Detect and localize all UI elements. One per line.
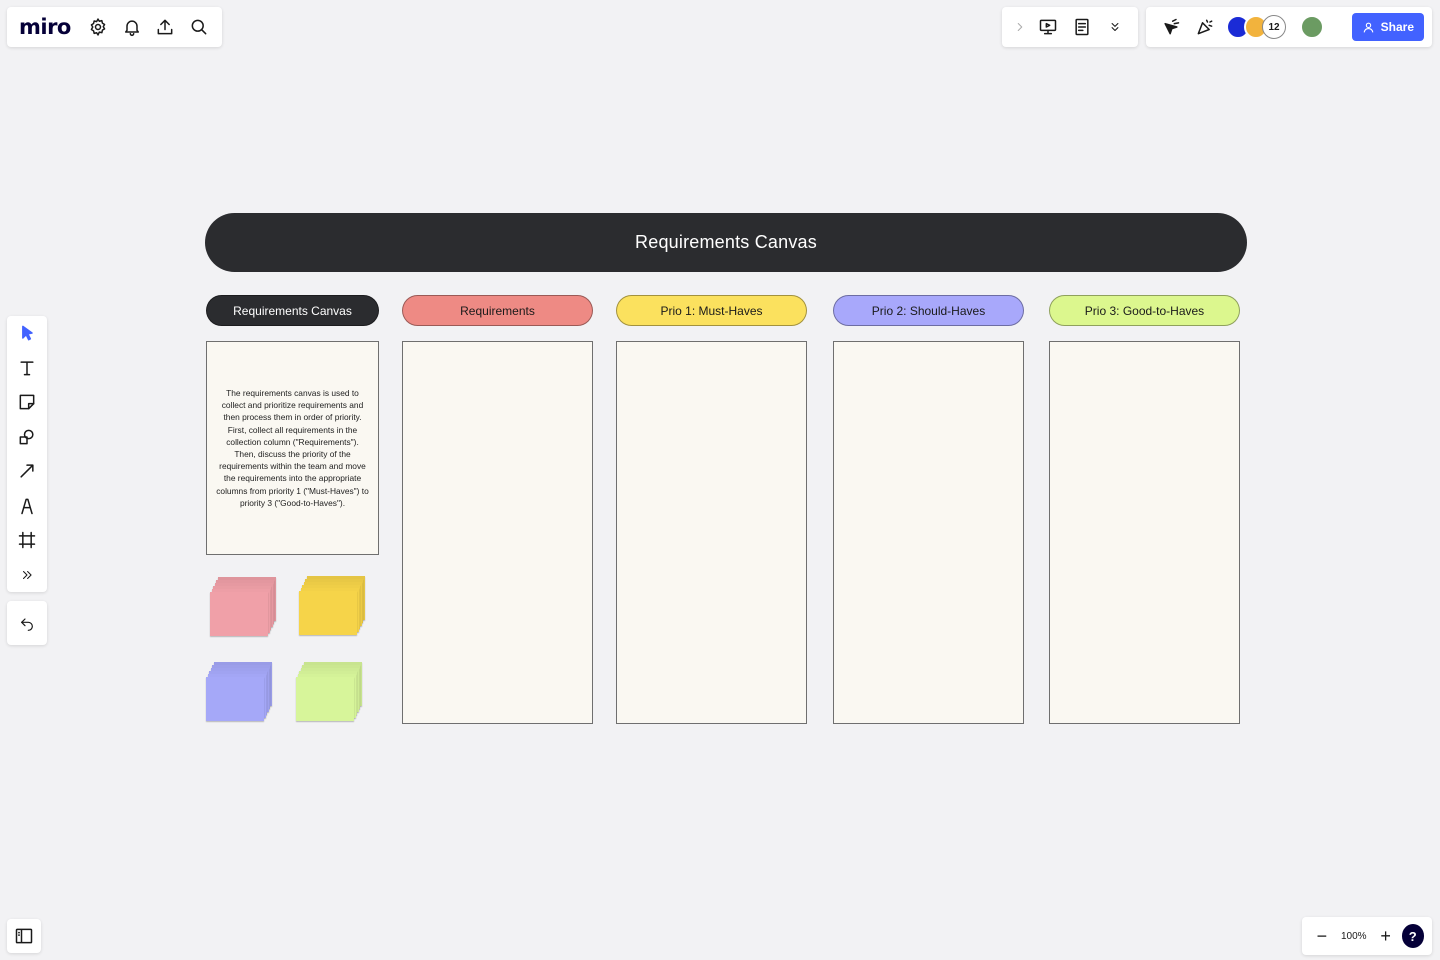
shapes-icon[interactable]	[10, 420, 44, 454]
column-header-requirements[interactable]: Requirements	[402, 295, 593, 326]
sticky-note	[299, 591, 357, 635]
board-title-banner[interactable]: Requirements Canvas	[205, 213, 1247, 272]
collaborator-avatars[interactable]: 12	[1226, 15, 1286, 39]
select-cursor-icon[interactable]	[10, 316, 44, 350]
sidebar-panel-icon	[15, 928, 33, 944]
column-header-prio-1[interactable]: Prio 1: Must-Haves	[616, 295, 807, 326]
sticky-note	[296, 677, 354, 721]
sticky-note-icon[interactable]	[10, 385, 44, 419]
column-header-requirements-canvas[interactable]: Requirements Canvas	[206, 295, 379, 326]
description-text: The requirements canvas is used to colle…	[216, 387, 369, 508]
collaboration-toolbar: 12 Share	[1146, 7, 1432, 47]
sticky-note-stack-yellow[interactable]	[299, 571, 367, 639]
avatar-overflow-count[interactable]: 12	[1262, 15, 1286, 39]
search-icon[interactable]	[182, 10, 216, 44]
frame-icon[interactable]	[10, 523, 44, 557]
column-header-prio-2[interactable]: Prio 2: Should-Haves	[833, 295, 1024, 326]
zoom-level[interactable]: 100%	[1338, 931, 1370, 942]
top-left-toolbar: miro	[7, 7, 222, 47]
chevron-right-icon[interactable]	[1008, 10, 1032, 44]
miro-logo[interactable]: miro	[19, 15, 71, 39]
description-card[interactable]: The requirements canvas is used to colle…	[206, 341, 379, 555]
zoom-in-button[interactable]: +	[1370, 919, 1402, 953]
sticky-note-stack-red[interactable]	[210, 572, 278, 640]
share-label: Share	[1380, 20, 1414, 34]
upload-icon[interactable]	[148, 10, 182, 44]
presentation-toolbar	[1002, 7, 1138, 47]
zoom-out-button[interactable]: −	[1306, 919, 1338, 953]
undo-icon[interactable]	[10, 606, 44, 640]
sticky-note-stack-blue[interactable]	[206, 657, 274, 725]
double-chevron-down-icon[interactable]	[1099, 10, 1132, 44]
notes-icon[interactable]	[1065, 10, 1098, 44]
sticky-note	[210, 592, 268, 636]
more-tools-icon[interactable]	[10, 558, 44, 592]
zoom-controls: − 100% + ?	[1302, 917, 1432, 955]
bell-icon[interactable]	[115, 10, 149, 44]
share-button[interactable]: Share	[1351, 13, 1424, 41]
prio-2-column[interactable]	[833, 341, 1024, 724]
presentation-icon[interactable]	[1032, 10, 1065, 44]
text-tool-icon[interactable]	[10, 351, 44, 385]
celebrate-icon[interactable]	[1188, 10, 1222, 44]
settings-icon[interactable]	[81, 10, 115, 44]
connector-line-icon[interactable]	[10, 454, 44, 488]
prio-3-column[interactable]	[1049, 341, 1240, 724]
help-button[interactable]: ?	[1401, 924, 1424, 948]
board-panel-toggle[interactable]	[7, 919, 41, 953]
pen-icon[interactable]	[10, 489, 44, 523]
requirements-column[interactable]	[402, 341, 593, 724]
prio-1-column[interactable]	[616, 341, 807, 724]
sticky-note	[206, 677, 264, 721]
current-user-avatar[interactable]	[1300, 15, 1324, 39]
undo-panel	[7, 601, 47, 645]
creation-toolbar	[7, 316, 47, 592]
sticky-note-stack-green[interactable]	[296, 657, 364, 725]
cursor-follow-icon[interactable]	[1154, 10, 1188, 44]
column-header-prio-3[interactable]: Prio 3: Good-to-Haves	[1049, 295, 1240, 326]
user-icon	[1363, 22, 1374, 33]
